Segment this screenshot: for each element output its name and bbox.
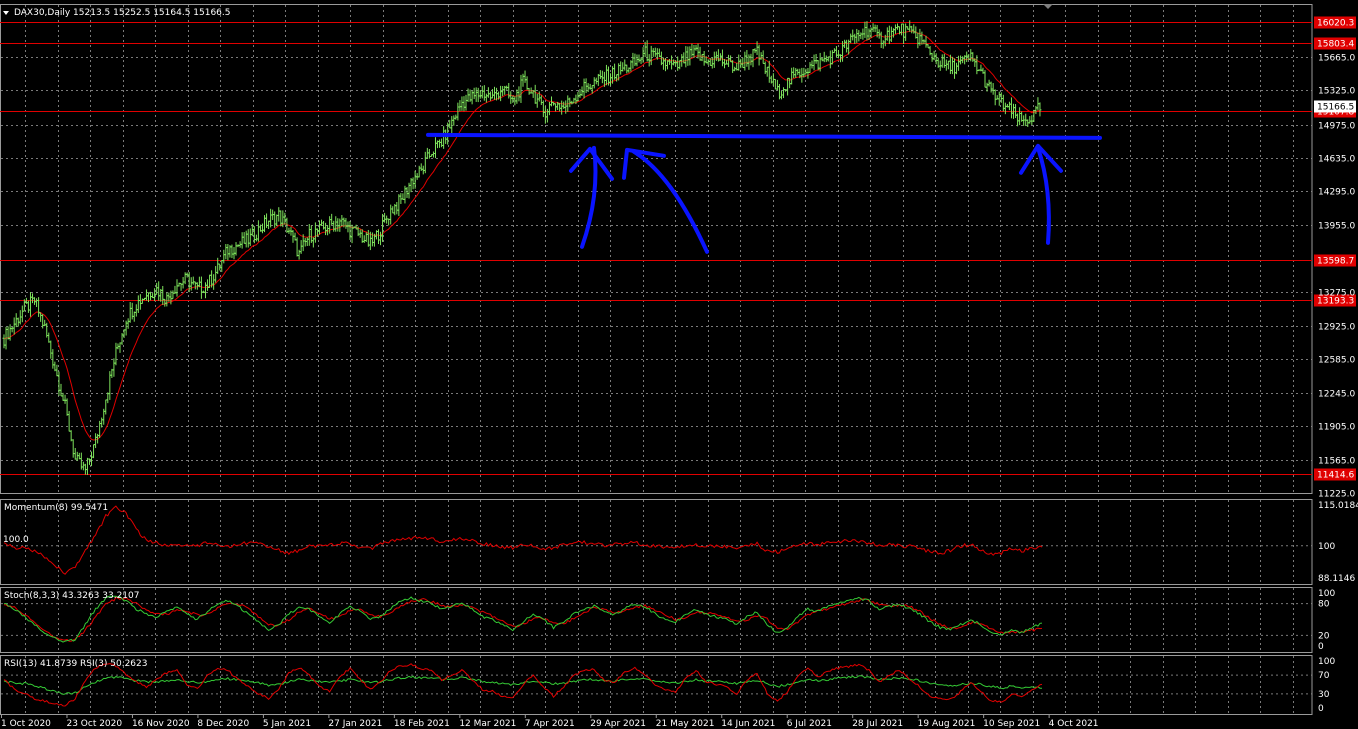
panel-border-price — [0, 4, 1313, 494]
x-tick-label: 23 Oct 2020 — [66, 719, 122, 729]
x-tick-label: 5 Jan 2021 — [263, 719, 311, 729]
x-tick-label: 7 Apr 2021 — [525, 719, 575, 729]
x-tick-label: 16 Nov 2020 — [132, 719, 190, 729]
momentum-tick-label: 115.0184 — [1318, 501, 1358, 511]
arrow-annotation-3 — [1036, 145, 1051, 245]
x-tick-label: 29 Apr 2021 — [590, 719, 646, 729]
candles — [2, 20, 1042, 475]
momentum-title: Momentum(8) 99.5471 — [4, 503, 109, 513]
price-tick-label: 12245.0 — [1318, 390, 1355, 400]
price-tick-label: 13955.0 — [1318, 222, 1355, 232]
x-tick-label: 19 Aug 2021 — [918, 719, 976, 729]
panel-border-mom — [0, 499, 1313, 585]
x-tick-label: 8 Dec 2020 — [197, 719, 249, 729]
price-tick-label: 15665.0 — [1318, 54, 1355, 64]
momentum-line — [3, 505, 1043, 575]
price-tick-label: 14975.0 — [1318, 122, 1355, 132]
stoch-title: Stoch(8,3,3) 43.3263 33.2107 — [4, 591, 140, 601]
x-tick-label: 14 Jun 2021 — [721, 719, 775, 729]
arrow-annotation-2 — [632, 149, 709, 254]
price-tick-label: 13275.0 — [1318, 289, 1355, 299]
moving-average — [3, 30, 1041, 441]
rsi3-line — [3, 663, 1043, 707]
rsi-tick-label: 30 — [1318, 690, 1330, 700]
momentum-tick-label: 88.1146 — [1318, 574, 1355, 584]
x-tick-label: 21 May 2021 — [656, 719, 715, 729]
chart-canvas: 16020.315803.415107.813598.713193.311414… — [0, 4, 1358, 729]
rsi-tick-label: 100 — [1318, 657, 1335, 667]
level-price-label: 11414.6 — [1317, 471, 1354, 481]
rsi-tick-label: 70 — [1318, 671, 1330, 681]
price-tick-label: 11905.0 — [1318, 423, 1355, 433]
price-tick-label: 12925.0 — [1318, 323, 1355, 333]
panel-border-rsi — [0, 655, 1313, 715]
indicator-lines — [3, 505, 1043, 707]
axes: 15665.0 15325.0 14975.0 14635.0 14295.0 13955… — [1, 54, 1358, 729]
current-price-label: 15166.5 — [1317, 103, 1354, 113]
panel-border-stoch — [0, 587, 1313, 653]
stoch-tick-label: 20 — [1318, 631, 1330, 641]
price-tick-label: 12585.0 — [1318, 356, 1355, 366]
price-tick-label: 14635.0 — [1318, 155, 1355, 165]
level-price-label: 13598.7 — [1317, 257, 1354, 267]
x-tick-label: 27 Jan 2021 — [328, 719, 382, 729]
x-tick-label: 1 Oct 2020 — [1, 719, 51, 729]
stoch-tick-label: 80 — [1318, 600, 1330, 610]
momentum-tick-label: 100 — [1318, 542, 1335, 552]
x-tick-label: 6 Jul 2021 — [787, 719, 832, 729]
price-tick-label: 15325.0 — [1318, 87, 1355, 97]
arrowhead-annotation-1 — [569, 146, 614, 181]
symbol-menu-icon[interactable] — [3, 11, 9, 15]
price-tick-label: 11225.0 — [1318, 490, 1355, 500]
x-tick-label: 18 Feb 2021 — [394, 719, 450, 729]
x-tick-label: 12 Mar 2021 — [459, 719, 516, 729]
arrow-annotation-1 — [580, 145, 598, 249]
chart-shift-icon[interactable] — [1043, 4, 1053, 9]
momentum-reference-label: 100.0 — [3, 535, 29, 545]
horizontal-levels: 16020.315803.415107.813598.713193.311414… — [0, 16, 1356, 481]
moving-average-line — [3, 30, 1041, 441]
stoch-tick-label: 0 — [1318, 642, 1324, 652]
annotations — [426, 132, 1102, 254]
stoch-tick-label: 100 — [1318, 589, 1335, 599]
price-tick-label: 14295.0 — [1318, 188, 1355, 198]
x-tick-label: 10 Sep 2021 — [983, 719, 1040, 729]
x-tick-label: 28 Jul 2021 — [852, 719, 903, 729]
main-chart-title: DAX30,Daily 15213.5 15252.5 15164.5 1516… — [14, 8, 231, 18]
x-tick-label: 4 Oct 2021 — [1049, 719, 1099, 729]
rsi-tick-label: 0 — [1318, 704, 1324, 714]
support-line-annotation — [426, 132, 1102, 140]
level-price-label: 15803.4 — [1317, 40, 1354, 50]
price-tick-label: 11565.0 — [1318, 457, 1355, 467]
rsi-title: RSI(13) 41.8739 RSI(3) 50.2623 — [4, 659, 148, 669]
level-price-label: 16020.3 — [1317, 19, 1354, 29]
